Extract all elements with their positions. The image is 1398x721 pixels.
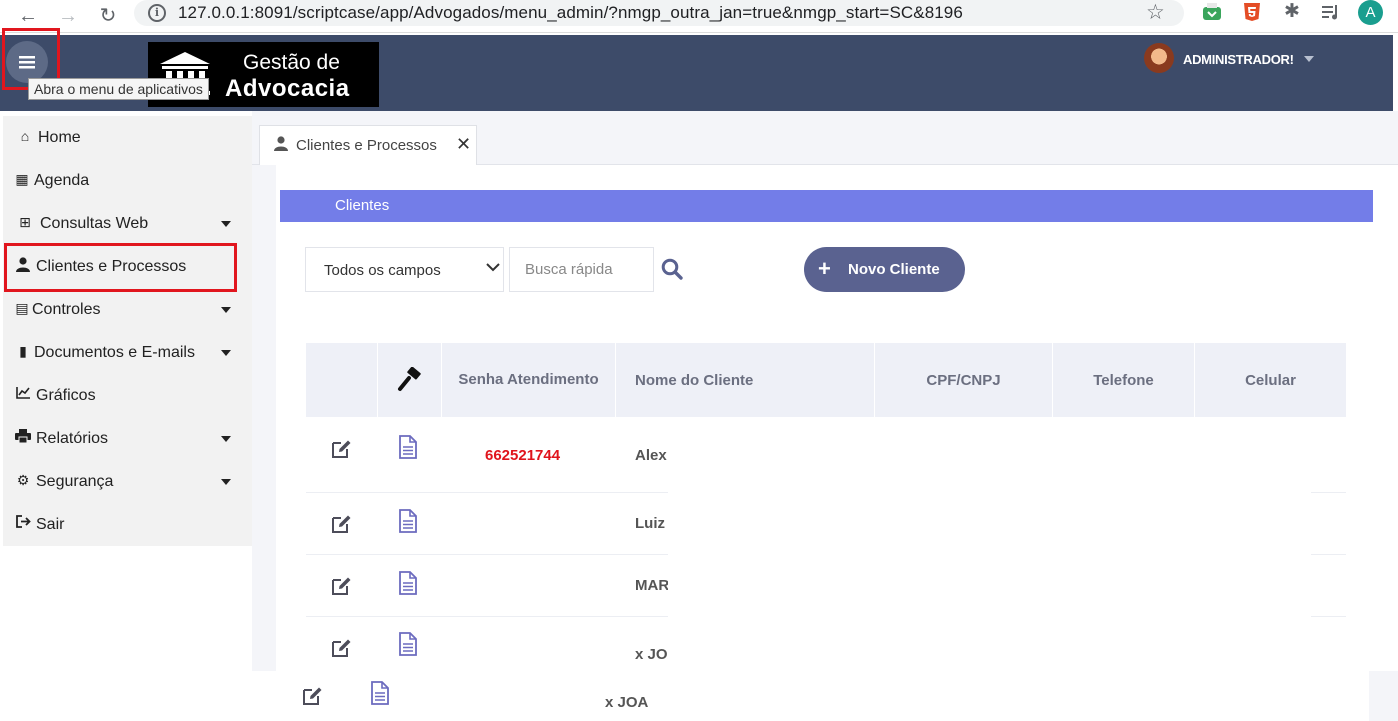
print-icon: [14, 429, 32, 446]
right-scroll-area: [1369, 671, 1398, 721]
calendar-icon: ▦: [15, 171, 29, 187]
edit-icon[interactable]: [330, 637, 352, 659]
sidebar-item-highlight: [4, 243, 237, 292]
chevron-down-icon: [486, 260, 500, 275]
sidebar-item-label: Consultas Web: [40, 215, 149, 232]
search-icon[interactable]: [660, 257, 686, 283]
extensions-puzzle-icon[interactable]: ✱: [1281, 1, 1303, 23]
sidebar-item-home[interactable]: ⌂ Home: [3, 116, 252, 159]
document-icon[interactable]: [398, 509, 418, 533]
forward-icon[interactable]: →: [54, 2, 82, 30]
sitemap-icon: ⊞: [19, 214, 31, 230]
sign-out-icon: [14, 515, 32, 531]
sidebar-item-sair[interactable]: Sair: [3, 503, 252, 546]
col-nome[interactable]: Nome do Cliente: [616, 343, 875, 417]
user-menu-caret-icon[interactable]: [1304, 56, 1314, 62]
caret-down-icon: [221, 436, 231, 442]
logo-line1: Gestão de: [243, 51, 340, 74]
logo-line2: Advocacia: [225, 75, 350, 102]
extension-download-icon[interactable]: [1201, 1, 1223, 23]
url-text[interactable]: 127.0.0.1:8091/scriptcase/app/Advogados/…: [178, 3, 963, 23]
clientes-panel: Clientes Todos os campos Busca rápida + …: [276, 165, 1398, 721]
tab-clientes-processos[interactable]: Clientes e Processos ✕: [259, 125, 477, 165]
document-icon[interactable]: [398, 632, 418, 656]
bookmark-star-icon[interactable]: ☆: [1146, 0, 1165, 25]
novo-cliente-button[interactable]: + Novo Cliente: [804, 247, 965, 292]
address-bar[interactable]: i 127.0.0.1:8091/scriptcase/app/Advogado…: [134, 0, 1184, 26]
info-icon[interactable]: i: [148, 4, 166, 22]
nome-value: MAR: [635, 577, 670, 594]
sidebar-item-label: Sair: [36, 516, 65, 533]
menu-tooltip: Abra o menu de aplicativos: [28, 78, 209, 100]
sidebar-item-agenda[interactable]: ▦ Agenda: [3, 159, 252, 202]
novo-cliente-label: Novo Cliente: [848, 261, 940, 278]
gear-icon: ⚙: [16, 472, 30, 488]
sidebar-item-label: Controles: [32, 301, 101, 318]
caret-down-icon: [221, 479, 231, 485]
quick-search-input[interactable]: Busca rápida: [509, 247, 654, 292]
table-header: Senha Atendimento Nome do Cliente CPF/CN…: [306, 343, 1346, 417]
sidebar-item-label: Documentos e E-mails: [34, 344, 195, 361]
field-select[interactable]: Todos os campos: [305, 247, 504, 292]
section-title: Clientes: [335, 197, 390, 214]
profile-avatar[interactable]: A: [1358, 0, 1383, 25]
back-icon[interactable]: ←: [14, 2, 42, 30]
media-queue-icon[interactable]: [1320, 1, 1342, 23]
edit-icon[interactable]: [330, 513, 352, 535]
user-avatar[interactable]: [1144, 43, 1174, 73]
sidebar-item-controles[interactable]: ▤ Controles: [3, 288, 252, 331]
col-senha[interactable]: Senha Atendimento: [442, 343, 616, 417]
bottom-left-area: [0, 671, 276, 721]
edit-icon[interactable]: [330, 438, 352, 460]
gavel-icon: [397, 367, 421, 391]
sidebar-item-label: Segurança: [36, 473, 114, 490]
sidebar-item-label: Agenda: [34, 172, 90, 189]
sidebar-item-label: Home: [38, 129, 81, 146]
edit-icon[interactable]: [330, 575, 352, 597]
document-icon[interactable]: [370, 681, 390, 705]
close-icon[interactable]: ✕: [456, 134, 471, 155]
col-celular[interactable]: Celular: [1195, 343, 1346, 417]
col-edit: [306, 343, 378, 417]
line-chart-icon: [14, 386, 32, 402]
sidebar-item-relatorios[interactable]: Relatórios: [3, 417, 252, 460]
sidebar-item-graficos[interactable]: Gráficos: [3, 374, 252, 417]
caret-down-icon: [221, 350, 231, 356]
document-icon[interactable]: [398, 435, 418, 459]
plus-icon: +: [818, 256, 831, 281]
browser-toolbar: ← → ↻ i 127.0.0.1:8091/scriptcase/app/Ad…: [0, 0, 1398, 33]
content-overlay: [648, 671, 1369, 721]
senha-value: 662521744: [485, 447, 561, 464]
extension-html5-icon[interactable]: [1241, 1, 1263, 23]
nome-value: Alex: [635, 447, 667, 464]
section-header: Clientes: [280, 190, 1373, 222]
home-icon: ⌂: [20, 128, 30, 144]
user-icon: [274, 136, 288, 155]
col-cpf[interactable]: CPF/CNPJ: [875, 343, 1053, 417]
sidebar: ⌂ Home ▦ Agenda ⊞ Consultas Web Clientes…: [3, 116, 252, 546]
edit-icon[interactable]: [301, 685, 323, 707]
table-row[interactable]: x JOA: [276, 671, 1369, 721]
sidebar-item-consultas-web[interactable]: ⊞ Consultas Web: [3, 202, 252, 245]
document-icon[interactable]: [398, 571, 418, 595]
field-select-value: Todos os campos: [324, 262, 441, 279]
user-name[interactable]: ADMINISTRADOR!: [1183, 52, 1294, 67]
reload-icon[interactable]: ↻: [94, 2, 122, 30]
caret-down-icon: [221, 221, 231, 227]
tab-label: Clientes e Processos: [296, 137, 437, 154]
col-process: [378, 343, 442, 417]
tab-bar: Clientes e Processos ✕: [252, 111, 1398, 165]
book-icon: ▮: [19, 343, 27, 359]
clipboard-icon: ▤: [15, 300, 29, 316]
sidebar-item-label: Relatórios: [36, 430, 109, 447]
sidebar-item-seguranca[interactable]: ⚙ Segurança: [3, 460, 252, 503]
sidebar-item-documentos-emails[interactable]: ▮ Documentos e E-mails: [3, 331, 252, 374]
nome-value: x JOA: [605, 694, 649, 711]
sidebar-item-label: Gráficos: [36, 387, 96, 404]
col-telefone[interactable]: Telefone: [1053, 343, 1195, 417]
main-content: Clientes e Processos ✕ Clientes Todos os…: [252, 111, 1398, 721]
caret-down-icon: [221, 307, 231, 313]
